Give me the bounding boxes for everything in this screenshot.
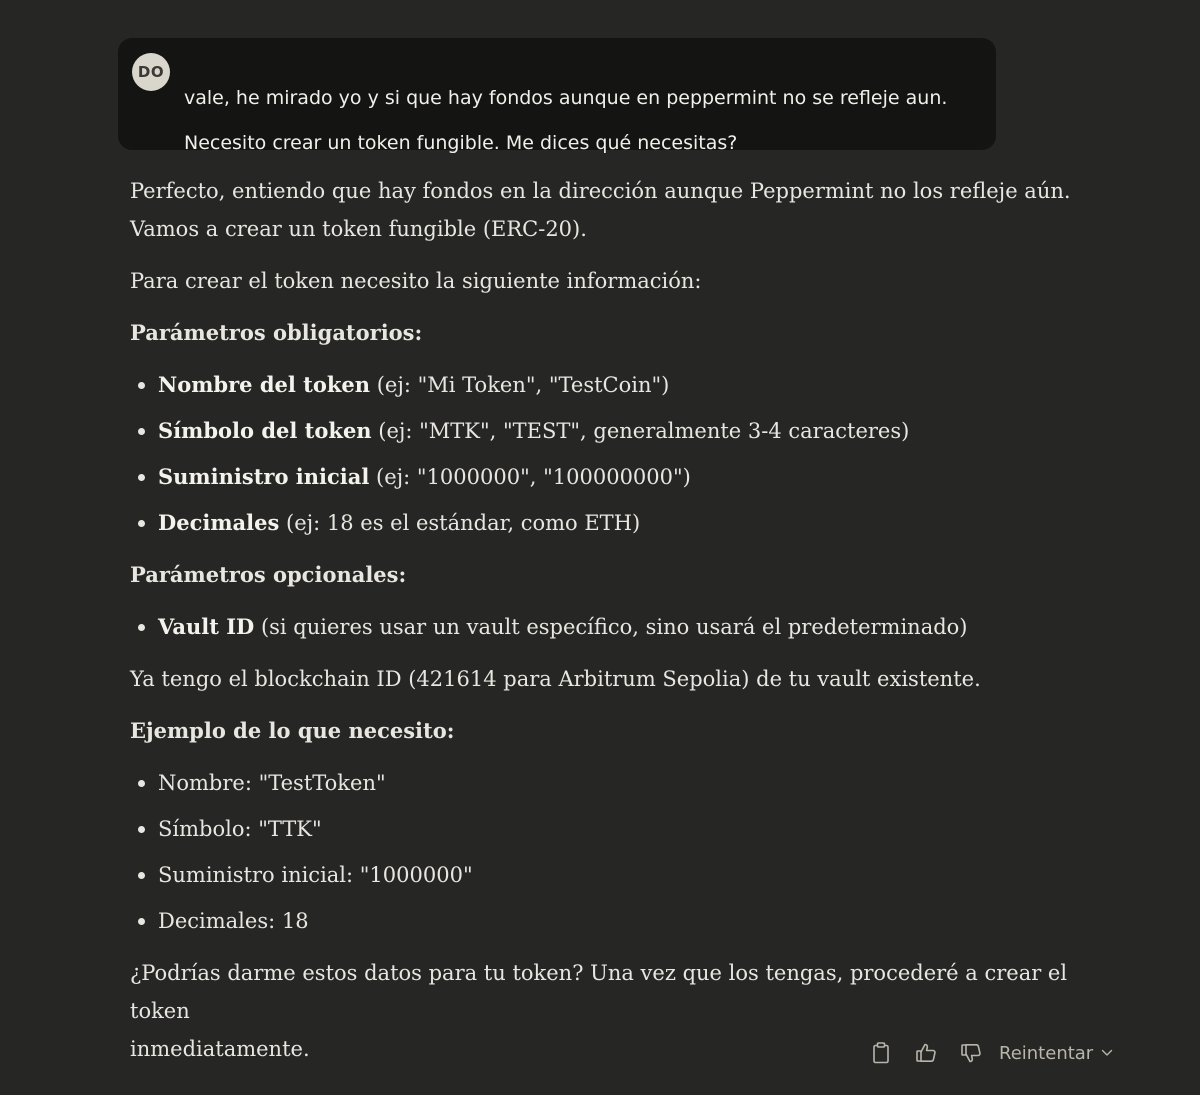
item-detail: (si quieres usar un vault específico, si… [254, 615, 968, 639]
message-actions: Reintentar [864, 1036, 1113, 1070]
chevron-down-icon [1102, 1049, 1113, 1056]
intro-line: Vamos a crear un token fungible (ERC-20)… [130, 217, 587, 241]
thumbs-up-button[interactable] [909, 1036, 943, 1070]
item-label: Suministro inicial [158, 464, 370, 489]
required-list: Nombre del token (ej: "Mi Token", "TestC… [130, 366, 1130, 542]
item-detail: (ej: "Mi Token", "TestCoin") [370, 373, 670, 397]
user-message: DO vale, he mirado yo y si que hay fondo… [118, 38, 996, 154]
closing-line: inmediatamente. [130, 1037, 310, 1061]
item-label: Nombre del token [158, 372, 371, 397]
list-item: Suministro inicial: "1000000" [130, 856, 1130, 894]
list-item: Vault ID (si quieres usar un vault espec… [130, 608, 1130, 646]
optional-list: Vault ID (si quieres usar un vault espec… [130, 608, 1130, 646]
item-label: Símbolo del token [158, 418, 372, 443]
optional-heading: Parámetros opcionales: [130, 562, 407, 587]
list-item: Símbolo: "TTK" [130, 810, 1130, 848]
copy-button[interactable] [864, 1036, 898, 1070]
list-item: Nombre: "TestToken" [130, 764, 1130, 802]
example-list: Nombre: "TestToken" Símbolo: "TTK" Sumin… [130, 764, 1130, 940]
item-detail: (ej: 18 es el estándar, como ETH) [279, 511, 641, 535]
closing-line: ¿Podrías darme estos datos para tu token… [130, 961, 1068, 1023]
required-heading: Parámetros obligatorios: [130, 320, 423, 345]
blockchain-note: Ya tengo el blockchain ID (421614 para A… [130, 667, 981, 691]
list-item: Símbolo del token (ej: "MTK", "TEST", ge… [130, 412, 1130, 450]
list-item: Nombre del token (ej: "Mi Token", "TestC… [130, 366, 1130, 404]
list-item: Decimales (ej: 18 es el estándar, como E… [130, 504, 1130, 542]
thumbs-down-icon [961, 1044, 981, 1063]
copy-icon [873, 1042, 889, 1064]
item-detail: (ej: "MTK", "TEST", generalmente 3-4 car… [371, 419, 910, 443]
retry-button[interactable]: Reintentar [999, 1043, 1113, 1064]
item-label: Vault ID [158, 614, 255, 639]
retry-label: Reintentar [999, 1042, 1094, 1064]
item-detail: (ej: "1000000", "100000000") [369, 465, 691, 489]
avatar: DO [132, 53, 170, 91]
list-item: Decimales: 18 [130, 902, 1130, 940]
user-message-line: vale, he mirado yo y si que hay fondos a… [184, 87, 948, 109]
intro-text: Perfecto, entiendo que hay fondos en la … [130, 172, 1130, 248]
thumbs-up-icon [916, 1043, 936, 1062]
thumbs-down-button[interactable] [954, 1036, 988, 1070]
intro-line: Perfecto, entiendo que hay fondos en la … [130, 179, 1071, 203]
user-message-line: Necesito crear un token fungible. Me dic… [184, 132, 738, 154]
item-label: Decimales [158, 510, 280, 535]
list-item: Suministro inicial (ej: "1000000", "1000… [130, 458, 1130, 496]
assistant-message: Perfecto, entiendo que hay fondos en la … [130, 172, 1130, 1082]
need-info-text: Para crear el token necesito la siguient… [130, 269, 702, 293]
example-heading: Ejemplo de lo que necesito: [130, 718, 455, 743]
